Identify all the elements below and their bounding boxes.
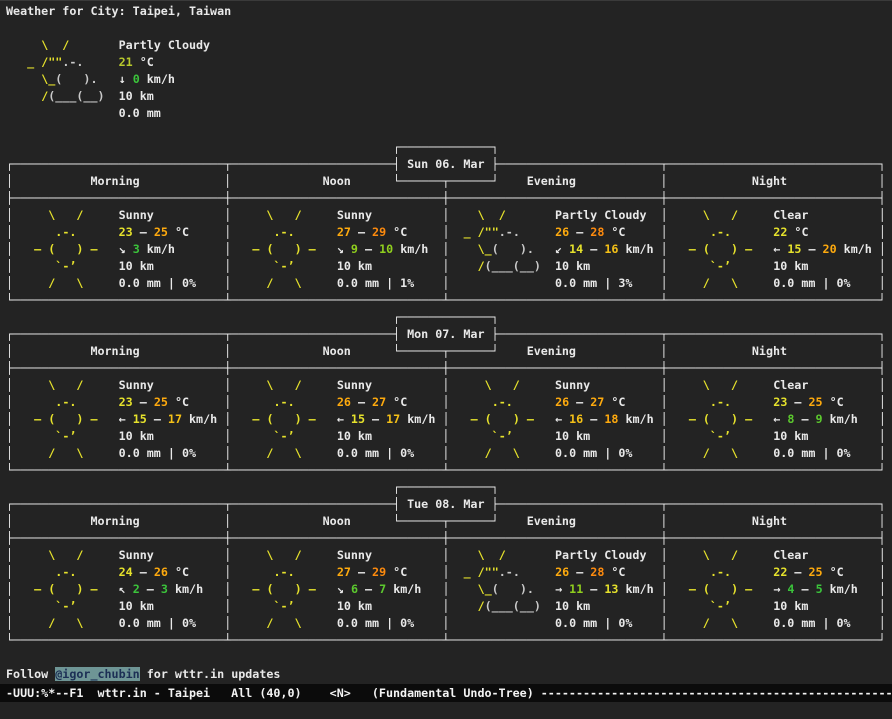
buffer-title: Weather for City: Taipei, Taiwan xyxy=(6,3,892,20)
date-box-top: ┌─────────────┐ xyxy=(6,139,892,156)
period-labels-row: │ Morning │ Noon └──────┬──────┘ Evening… xyxy=(6,343,892,360)
footer-line: Follow @igor_chubin for wttr.in updates xyxy=(6,666,892,683)
date-box-row: ┌──────────────────────────────┬────────… xyxy=(6,496,892,513)
forecast-row: │ .-. 23 – 25 °C │ .-. 27 – 29 °C │ _ /"… xyxy=(6,224,892,241)
table-separator: ├──────────────────────────────┼────────… xyxy=(6,530,892,547)
wttr-buffer[interactable]: Weather for City: Taipei, Taiwan \ / Par… xyxy=(0,1,892,700)
table-separator: ├──────────────────────────────┼────────… xyxy=(6,360,892,377)
forecast-row: │ .-. 24 – 26 °C │ .-. 27 – 29 °C │ _ /"… xyxy=(6,564,892,581)
date-box-top: ┌─────────────┐ xyxy=(6,479,892,496)
igor-chubin-link[interactable]: @igor_chubin xyxy=(55,667,139,681)
forecast-row: │ \ / Sunny │ \ / Sunny │ \ / Sunny │ \ … xyxy=(6,377,892,394)
forecast-row: │ `-’ 10 km │ `-’ 10 km │ /(___(__) 10 k… xyxy=(6,598,892,615)
blank-line xyxy=(6,122,892,139)
table-bottom: └──────────────────────────────┴────────… xyxy=(6,632,892,649)
forecast-row: │ ― ( ) ― ↖ 2 – 3 km/h │ ― ( ) ― ↘ 6 – 7… xyxy=(6,581,892,598)
emacs-modeline[interactable]: -UUU:%*--F1 wttr.in - Taipei All (40,0) … xyxy=(0,684,892,702)
forecast-row: │ / \ 0.0 mm | 0% │ / \ 0.0 mm | 1% │ 0.… xyxy=(6,275,892,292)
forecast-row: │ / \ 0.0 mm | 0% │ / \ 0.0 mm | 0% │ 0.… xyxy=(6,615,892,632)
forecast-row: │ `-’ 10 km │ `-’ 10 km │ /(___(__) 10 k… xyxy=(6,258,892,275)
blank-line xyxy=(6,20,892,37)
emacs-window: Weather for City: Taipei, Taiwan \ / Par… xyxy=(0,0,892,719)
table-bottom: └──────────────────────────────┴────────… xyxy=(6,462,892,479)
forecast-row: │ / \ 0.0 mm | 0% │ / \ 0.0 mm | 0% │ / … xyxy=(6,445,892,462)
blank-line xyxy=(6,649,892,666)
date-box-top: ┌─────────────┐ xyxy=(6,309,892,326)
forecast-area: \ / Partly Cloudy _ /"".-. 21 °C \_( ). … xyxy=(6,20,892,649)
current-conditions-line: \_( ). ↓ 0 km/h xyxy=(6,71,892,88)
footer-text-pre: Follow xyxy=(6,667,55,681)
footer-text-post: for wttr.in updates xyxy=(140,667,281,681)
current-conditions-line: /(___(__) 10 km xyxy=(6,88,892,105)
date-box-row: ┌──────────────────────────────┬────────… xyxy=(6,326,892,343)
forecast-row: │ `-’ 10 km │ `-’ 10 km │ `-’ 10 km │ `-… xyxy=(6,428,892,445)
current-conditions-line: 0.0 mm xyxy=(6,105,892,122)
date-box-row: ┌──────────────────────────────┬────────… xyxy=(6,156,892,173)
current-conditions-line: _ /"".-. 21 °C xyxy=(6,54,892,71)
forecast-row: │ \ / Sunny │ \ / Sunny │ \ / Partly Clo… xyxy=(6,547,892,564)
current-conditions-line: \ / Partly Cloudy xyxy=(6,37,892,54)
forecast-row: │ ― ( ) ― ↘ 3 km/h │ ― ( ) ― ↘ 9 – 10 km… xyxy=(6,241,892,258)
table-separator: ├──────────────────────────────┼────────… xyxy=(6,190,892,207)
forecast-row: │ .-. 23 – 25 °C │ .-. 26 – 27 °C │ .-. … xyxy=(6,394,892,411)
table-bottom: └──────────────────────────────┴────────… xyxy=(6,292,892,309)
forecast-row: │ \ / Sunny │ \ / Sunny │ \ / Partly Clo… xyxy=(6,207,892,224)
period-labels-row: │ Morning │ Noon └──────┬──────┘ Evening… xyxy=(6,173,892,190)
period-labels-row: │ Morning │ Noon └──────┬──────┘ Evening… xyxy=(6,513,892,530)
forecast-row: │ ― ( ) ― ← 15 – 17 km/h │ ― ( ) ― ← 15 … xyxy=(6,411,892,428)
